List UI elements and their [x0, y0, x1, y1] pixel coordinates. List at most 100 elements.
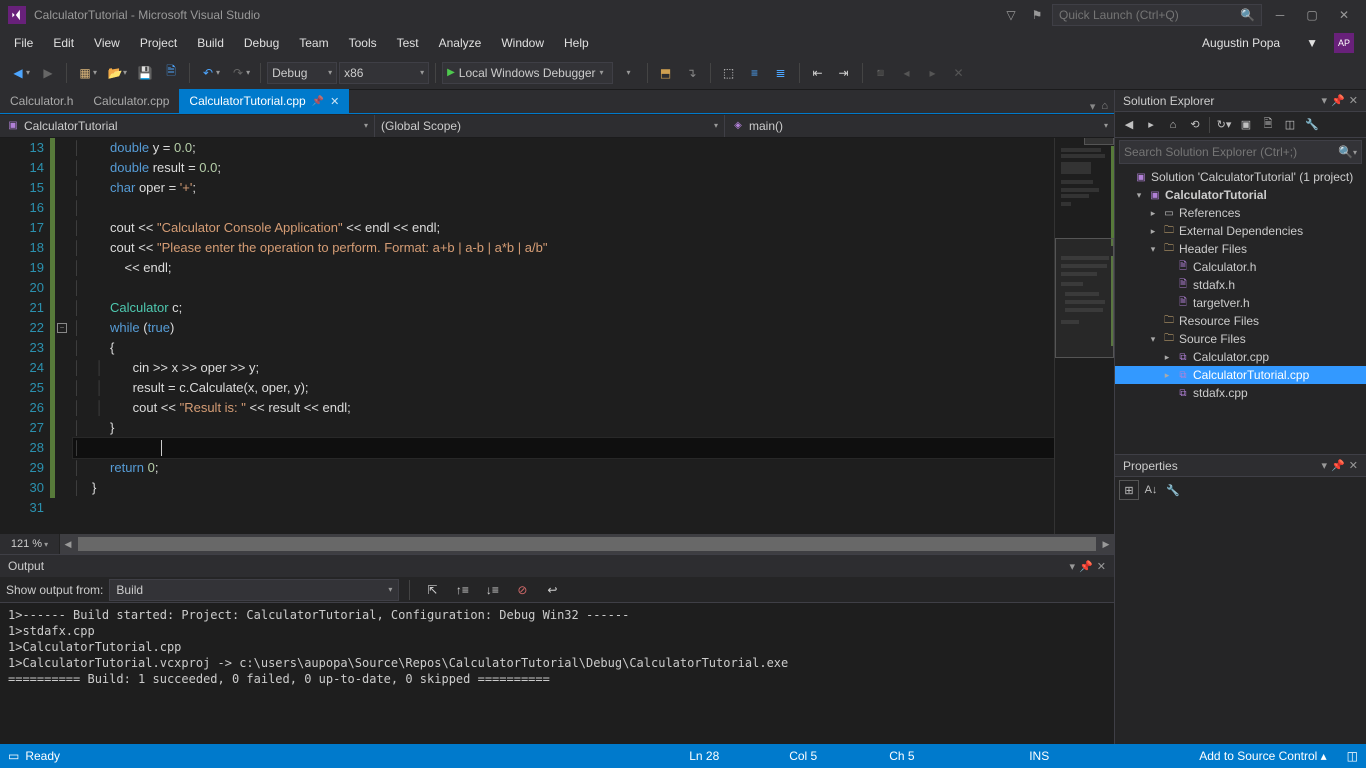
se-preview-icon[interactable]: ◫ — [1280, 115, 1300, 135]
new-project-button[interactable]: ▦▾ — [73, 61, 101, 85]
panel-close-icon[interactable]: ✕ — [1097, 560, 1106, 573]
panel-pin-icon[interactable]: 📌 — [1331, 94, 1345, 107]
notification-flag-icon[interactable]: ⚑ — [1026, 4, 1048, 26]
tree-row[interactable]: 🗎targetver.h — [1115, 294, 1366, 312]
save-button[interactable]: 💾 — [133, 61, 157, 85]
props-alphabetical-icon[interactable]: A↓ — [1141, 480, 1161, 500]
tree-row[interactable]: ▣Solution 'CalculatorTutorial' (1 projec… — [1115, 168, 1366, 186]
panel-menu-icon[interactable]: ▾ — [1322, 459, 1328, 472]
menu-build[interactable]: Build — [187, 32, 234, 54]
output-source-combo[interactable]: Build▾ — [109, 579, 399, 601]
tab-home-button[interactable]: ⌂ — [1101, 100, 1108, 113]
tree-row[interactable]: ⧉stdafx.cpp — [1115, 384, 1366, 402]
code-line[interactable]: │ — [73, 278, 1054, 298]
tree-twisty-icon[interactable]: ▸ — [1161, 352, 1173, 363]
quick-launch[interactable]: 🔍 — [1052, 4, 1262, 26]
next-bookmark-button[interactable]: ▸ — [921, 61, 945, 85]
se-forward-icon[interactable]: ▸ — [1141, 115, 1161, 135]
save-all-button[interactable]: 🗎 — [159, 61, 183, 85]
solution-config-combo[interactable]: Debug▾ — [267, 62, 337, 84]
tree-twisty-icon[interactable]: ▸ — [1147, 226, 1159, 237]
code-line[interactable]: │ return 0; — [73, 458, 1054, 478]
fold-toggle[interactable]: − — [57, 323, 67, 333]
code-line[interactable]: │ │ cout << "Result is: " << result << e… — [73, 398, 1054, 418]
code-line[interactable]: │ } — [73, 418, 1054, 438]
filter-icon[interactable]: ▽ — [1000, 4, 1022, 26]
code-line[interactable]: │ { — [73, 338, 1054, 358]
quick-launch-input[interactable] — [1059, 8, 1236, 22]
nav-back-button[interactable]: ◀▾ — [6, 61, 34, 85]
tree-row[interactable]: ▾▣CalculatorTutorial — [1115, 186, 1366, 204]
bookmark-button[interactable]: ◾ — [869, 61, 893, 85]
maximize-button[interactable]: ▢ — [1298, 4, 1326, 26]
panel-menu-icon[interactable]: ▾ — [1322, 94, 1328, 107]
user-avatar[interactable]: AP — [1334, 33, 1354, 53]
code-line[interactable]: │ cout << "Please enter the operation to… — [73, 238, 1054, 258]
solution-platform-combo[interactable]: x86▾ — [339, 62, 429, 84]
menu-help[interactable]: Help — [554, 32, 599, 54]
tree-row[interactable]: 🗎Calculator.h — [1115, 258, 1366, 276]
prev-message-button[interactable]: ↑≡ — [450, 578, 474, 602]
tree-twisty-icon[interactable]: ▸ — [1147, 208, 1159, 219]
clear-output-button[interactable]: ⊘ — [510, 578, 534, 602]
menu-test[interactable]: Test — [387, 32, 429, 54]
outlining-margin[interactable]: − — [55, 138, 69, 534]
props-wrench-icon[interactable]: 🔧 — [1163, 480, 1183, 500]
tree-row[interactable]: ▸⧉CalculatorTutorial.cpp — [1115, 366, 1366, 384]
menu-tools[interactable]: Tools — [339, 32, 387, 54]
decrease-indent-button[interactable]: ⇤ — [806, 61, 830, 85]
code-line[interactable] — [73, 498, 1054, 518]
panel-menu-icon[interactable]: ▾ — [1070, 560, 1076, 573]
status-publish-icon[interactable]: ◫ — [1347, 749, 1358, 763]
tree-row[interactable]: ▸⧉Calculator.cpp — [1115, 348, 1366, 366]
user-chevron-down-icon[interactable]: ▼ — [1296, 32, 1328, 54]
close-button[interactable]: ✕ — [1330, 4, 1358, 26]
tab-overflow-button[interactable]: ▾ — [1090, 100, 1096, 113]
menu-window[interactable]: Window — [491, 32, 554, 54]
hscroll-right[interactable]: ▶ — [1098, 536, 1114, 552]
clear-bookmarks-button[interactable]: ✕ — [947, 61, 971, 85]
code-line[interactable]: │ << endl; — [73, 258, 1054, 278]
solution-explorer-search-input[interactable] — [1124, 145, 1338, 159]
prev-bookmark-button[interactable]: ◂ — [895, 61, 919, 85]
tree-row[interactable]: ▸🗀External Dependencies — [1115, 222, 1366, 240]
user-name[interactable]: Augustin Popa — [1192, 32, 1290, 54]
menu-team[interactable]: Team — [289, 32, 338, 54]
comment-button[interactable]: ≡ — [743, 61, 767, 85]
menu-file[interactable]: File — [4, 32, 43, 54]
uncomment-button[interactable]: ≣ — [769, 61, 793, 85]
tree-twisty-icon[interactable]: ▾ — [1133, 190, 1145, 201]
se-show-all-icon[interactable]: 🗎 — [1258, 115, 1278, 135]
code-line[interactable]: │ │ result = c.Calculate(x, oper, y); — [73, 378, 1054, 398]
next-message-button[interactable]: ↓≡ — [480, 578, 504, 602]
undo-button[interactable]: ↶▾ — [196, 61, 224, 85]
debug-target-button[interactable]: ▾ — [617, 61, 641, 85]
code-editor[interactable]: 13141516171819202122232425262728293031 −… — [0, 138, 1114, 534]
code-minimap[interactable] — [1054, 138, 1114, 534]
solution-explorer-tree[interactable]: ▣Solution 'CalculatorTutorial' (1 projec… — [1115, 166, 1366, 454]
tree-row[interactable]: 🗀Resource Files — [1115, 312, 1366, 330]
se-refresh-icon[interactable]: ↻▾ — [1214, 115, 1234, 135]
redo-button[interactable]: ↷▾ — [226, 61, 254, 85]
toggle-word-wrap-button[interactable]: ↩ — [540, 578, 564, 602]
code-line[interactable]: │ — [73, 198, 1054, 218]
panel-pin-icon[interactable]: 📌 — [1331, 459, 1345, 472]
code-line[interactable]: │ double y = 0.0; — [73, 138, 1054, 158]
se-home-icon[interactable]: ⌂ — [1163, 115, 1183, 135]
panel-pin-icon[interactable]: 📌 — [1079, 560, 1093, 573]
scope-dropdown[interactable]: (Global Scope) ▾ — [375, 115, 725, 137]
tree-twisty-icon[interactable]: ▾ — [1147, 334, 1159, 345]
code-line[interactable]: │ │ cin >> x >> oper >> y; — [73, 358, 1054, 378]
panel-close-icon[interactable]: ✕ — [1349, 94, 1358, 107]
start-debugger-button[interactable]: ▶ Local Windows Debugger ▾ — [442, 62, 612, 84]
se-collapse-icon[interactable]: ▣ — [1236, 115, 1256, 135]
se-back-icon[interactable]: ◀ — [1119, 115, 1139, 135]
code-line[interactable]: │ cout << "Calculator Console Applicatio… — [73, 218, 1054, 238]
code-line[interactable]: │ } — [73, 478, 1054, 498]
se-sync-icon[interactable]: ⟲ — [1185, 115, 1205, 135]
hscroll-track[interactable] — [76, 536, 1098, 552]
props-categorized-icon[interactable]: ⊞ — [1119, 480, 1139, 500]
open-file-button[interactable]: 📂▾ — [103, 61, 131, 85]
hscroll-thumb[interactable] — [78, 537, 1096, 551]
project-dropdown[interactable]: ▣ CalculatorTutorial ▾ — [0, 115, 375, 137]
